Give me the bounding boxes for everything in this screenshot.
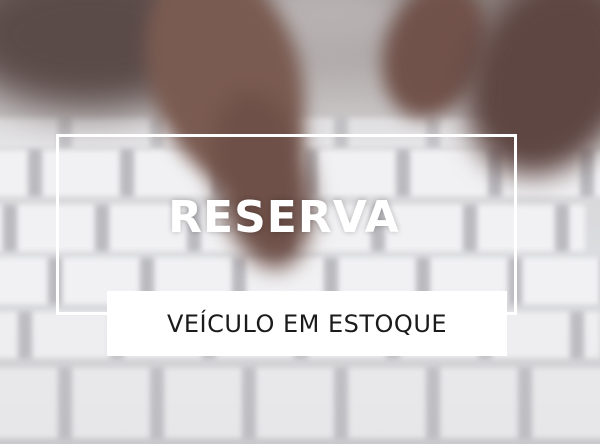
overlay-subtitle: VEÍCULO EM ESTOQUE [166, 309, 448, 338]
overlay-title: RESERVA [168, 192, 400, 243]
subtitle-banner: VEÍCULO EM ESTOQUE [107, 291, 507, 356]
keyboard-row [0, 368, 600, 438]
